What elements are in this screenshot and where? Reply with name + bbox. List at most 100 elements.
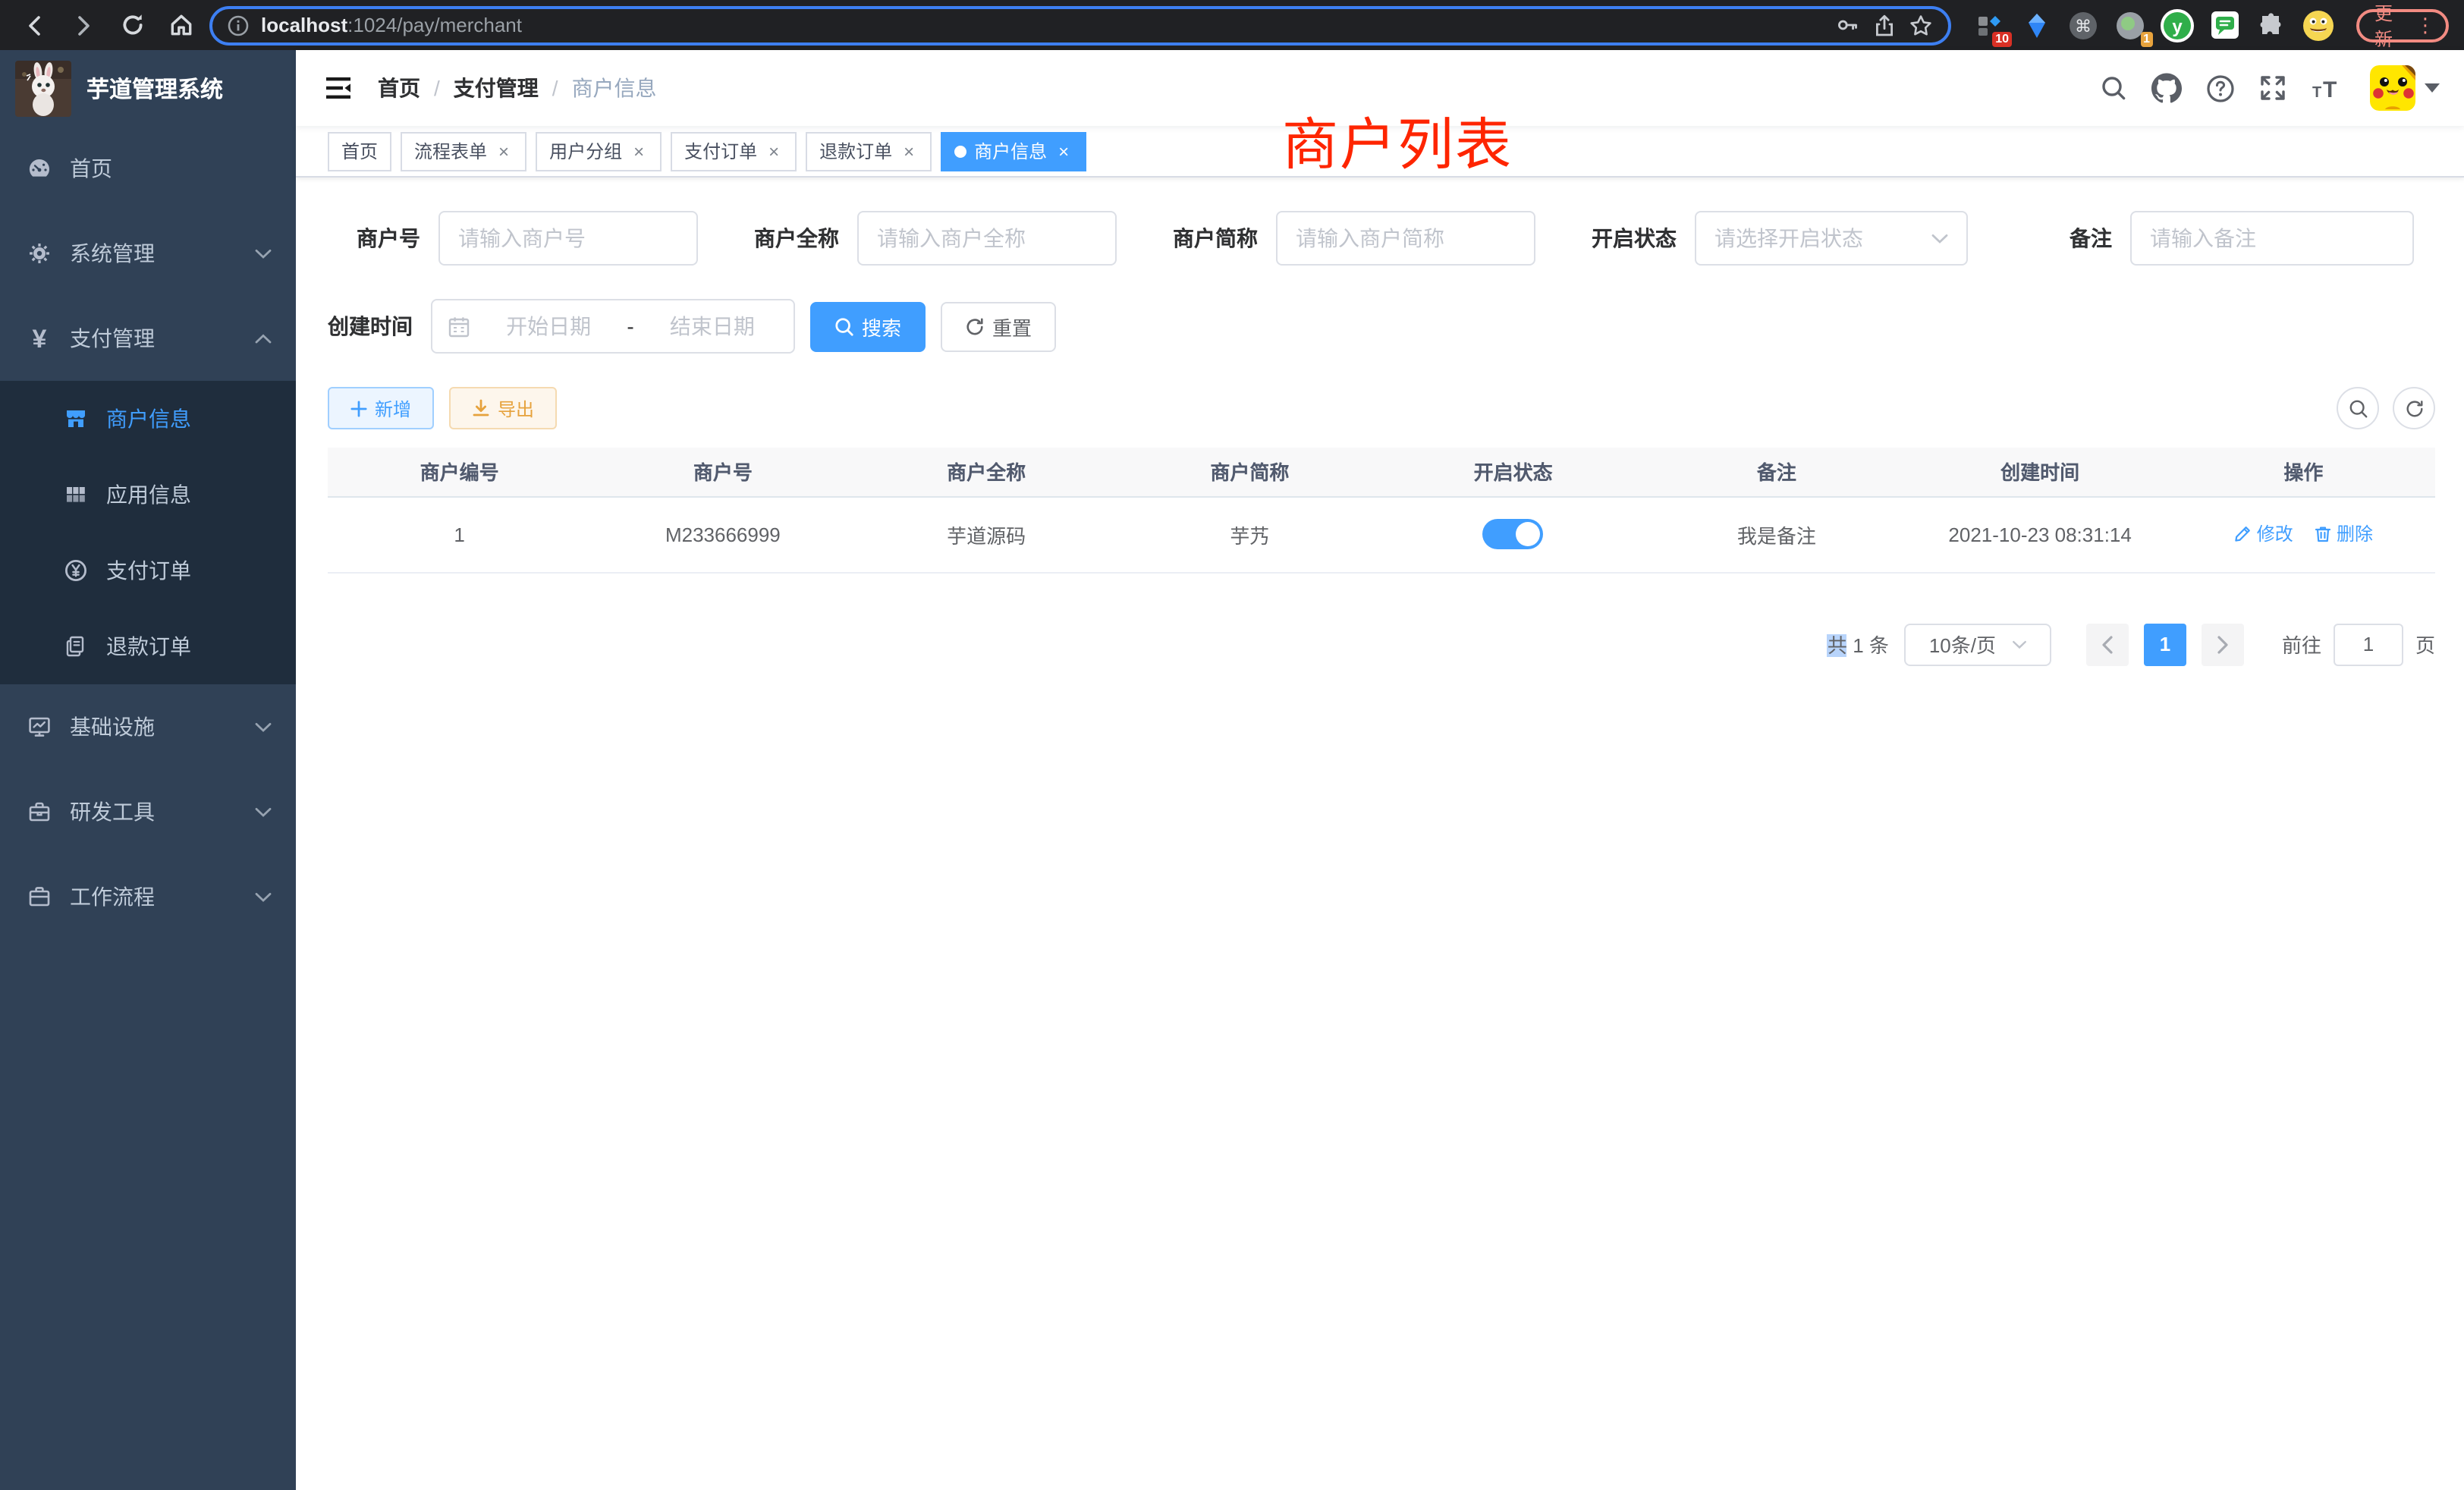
sidebar-item-home[interactable]: 首页 <box>0 126 296 211</box>
pagination: 共 1 条 10条/页 1 前往 页 <box>328 623 2435 665</box>
chevron-down-icon <box>255 891 272 902</box>
svg-text:T: T <box>2312 84 2321 100</box>
close-icon[interactable]: × <box>1054 140 1073 162</box>
show-search-toggle-button[interactable] <box>2337 387 2379 429</box>
sidebar-item-label: 首页 <box>70 153 112 184</box>
sidebar-item-payment[interactable]: ¥ 支付管理 <box>0 296 296 381</box>
remark-field[interactable] <box>2130 211 2414 266</box>
status-toggle[interactable] <box>1483 519 1544 549</box>
browser-reload-button[interactable] <box>112 5 152 45</box>
tag-process-form[interactable]: 流程表单× <box>401 131 526 171</box>
delete-link[interactable]: 删除 <box>2314 521 2373 547</box>
extensions-strip: 10 ⌘ 1 y <box>1972 8 2335 42</box>
kebab-menu-icon: ⋮ <box>2415 13 2435 37</box>
remark-input[interactable] <box>2150 226 2394 250</box>
create-time-range-picker[interactable]: 开始日期 - 结束日期 <box>431 299 795 354</box>
tag-merchant-info[interactable]: 商户信息× <box>941 131 1086 171</box>
sidebar: 芋道管理系统 首页 系统管理 ¥ 支付管理 <box>0 50 296 1490</box>
chevron-down-icon <box>255 721 272 732</box>
breadcrumb-separator: / <box>552 76 558 100</box>
tag-user-group[interactable]: 用户分组× <box>536 131 662 171</box>
create-time-label: 创建时间 <box>328 311 431 341</box>
sidebar-item-workflow[interactable]: 工作流程 <box>0 854 296 939</box>
sidebar-item-system[interactable]: 系统管理 <box>0 211 296 296</box>
merchant-table: 商户编号 商户号 商户全称 商户简称 开启状态 备注 创建时间 操作 1 <box>328 448 2435 573</box>
status-select[interactable]: 请选择开启状态 <box>1695 211 1968 266</box>
sidebar-collapse-button[interactable] <box>323 73 354 103</box>
caret-down-icon <box>2425 83 2440 93</box>
tag-refund-order[interactable]: 退款订单× <box>806 131 932 171</box>
short-name-label: 商户简称 <box>1158 223 1276 253</box>
help-icon[interactable] <box>2205 73 2235 103</box>
close-icon[interactable]: × <box>900 140 918 162</box>
sidebar-item-infrastructure[interactable]: 基础设施 <box>0 684 296 769</box>
goto-page: 前往 页 <box>2282 623 2435 665</box>
close-icon[interactable]: × <box>495 140 513 162</box>
app-logo[interactable]: 芋道管理系统 <box>0 50 296 126</box>
tag-pay-order[interactable]: 支付订单× <box>671 131 797 171</box>
chat-extension-icon[interactable] <box>2208 8 2241 42</box>
export-button[interactable]: 导出 <box>449 387 557 429</box>
bookmark-star-icon[interactable] <box>1909 13 1933 37</box>
tag-home[interactable]: 首页 <box>328 131 391 171</box>
add-button[interactable]: 新增 <box>328 387 434 429</box>
short-name-input[interactable] <box>1296 226 1516 250</box>
goto-page-input[interactable] <box>2334 623 2403 665</box>
next-page-button[interactable] <box>2202 623 2244 665</box>
github-icon[interactable] <box>2151 73 2182 103</box>
gear-icon <box>27 241 52 266</box>
refresh-table-button[interactable] <box>2393 387 2435 429</box>
search-button[interactable]: 搜索 <box>810 301 926 351</box>
breadcrumb-home[interactable]: 首页 <box>378 73 420 103</box>
short-name-field[interactable] <box>1276 211 1535 266</box>
active-dot <box>954 145 966 157</box>
reset-button[interactable]: 重置 <box>941 301 1056 351</box>
table-row[interactable]: 1 M233666999 芋道源码 芋艿 我是备注 2021-10-23 08:… <box>328 496 2435 572</box>
address-bar[interactable]: localhost:1024/pay/merchant <box>209 5 1951 45</box>
browser-home-button[interactable] <box>161 5 200 45</box>
site-info-icon[interactable] <box>228 14 249 36</box>
page-number-button[interactable]: 1 <box>2144 623 2186 665</box>
command-extension-icon[interactable]: ⌘ <box>2066 8 2100 42</box>
browser-forward-button[interactable] <box>64 5 103 45</box>
svg-text:y: y <box>2172 16 2183 36</box>
profile-emoji-avatar[interactable] <box>2302 8 2335 42</box>
recorder-extension-icon[interactable]: 1 <box>2114 8 2147 42</box>
share-icon[interactable] <box>1872 13 1897 37</box>
page-size-select[interactable]: 10条/页 <box>1904 623 2051 665</box>
full-name-field[interactable] <box>857 211 1117 266</box>
sidebar-item-label: 基础设施 <box>70 712 155 742</box>
merchant-no-field[interactable] <box>438 211 698 266</box>
prev-page-button[interactable] <box>2086 623 2129 665</box>
close-icon[interactable]: × <box>630 140 648 162</box>
sidebar-item-app-info[interactable]: 应用信息 <box>0 457 296 533</box>
tiles-extension-icon[interactable]: 10 <box>1972 8 2006 42</box>
full-name-label: 商户全称 <box>739 223 857 253</box>
green-y-extension-icon[interactable]: y <box>2161 8 2194 42</box>
cell-full-name: 芋道源码 <box>855 496 1118 572</box>
cell-remark: 我是备注 <box>1645 496 1908 572</box>
password-key-icon[interactable] <box>1834 12 1860 38</box>
sidebar-item-merchant-info[interactable]: 商户信息 <box>0 381 296 457</box>
browser-update-menu-button[interactable]: 更新 ⋮ <box>2356 8 2449 42</box>
close-icon[interactable]: × <box>765 140 783 162</box>
browser-back-button[interactable] <box>15 5 55 45</box>
gem-extension-icon[interactable] <box>2019 8 2053 42</box>
page-suffix-label: 页 <box>2415 630 2435 659</box>
browser-toolbar: localhost:1024/pay/merchant 10 ⌘ <box>0 0 2464 50</box>
full-name-input[interactable] <box>877 226 1097 250</box>
sidebar-item-dev-tools[interactable]: 研发工具 <box>0 769 296 854</box>
sidebar-item-refund-order[interactable]: 退款订单 <box>0 608 296 684</box>
user-avatar-menu[interactable] <box>2370 65 2440 111</box>
font-size-icon[interactable]: TT <box>2311 73 2341 103</box>
end-date-placeholder[interactable]: 结束日期 <box>646 311 778 341</box>
url-text[interactable]: localhost:1024/pay/merchant <box>261 14 1822 36</box>
edit-link[interactable]: 修改 <box>2234 521 2293 547</box>
fullscreen-icon[interactable] <box>2258 73 2288 103</box>
merchant-no-input[interactable] <box>458 226 678 250</box>
search-icon[interactable] <box>2098 73 2129 103</box>
breadcrumb-section[interactable]: 支付管理 <box>454 73 539 103</box>
extensions-puzzle-icon[interactable] <box>2255 8 2288 42</box>
start-date-placeholder[interactable]: 开始日期 <box>482 311 614 341</box>
sidebar-item-pay-order[interactable]: 支付订单 <box>0 533 296 608</box>
